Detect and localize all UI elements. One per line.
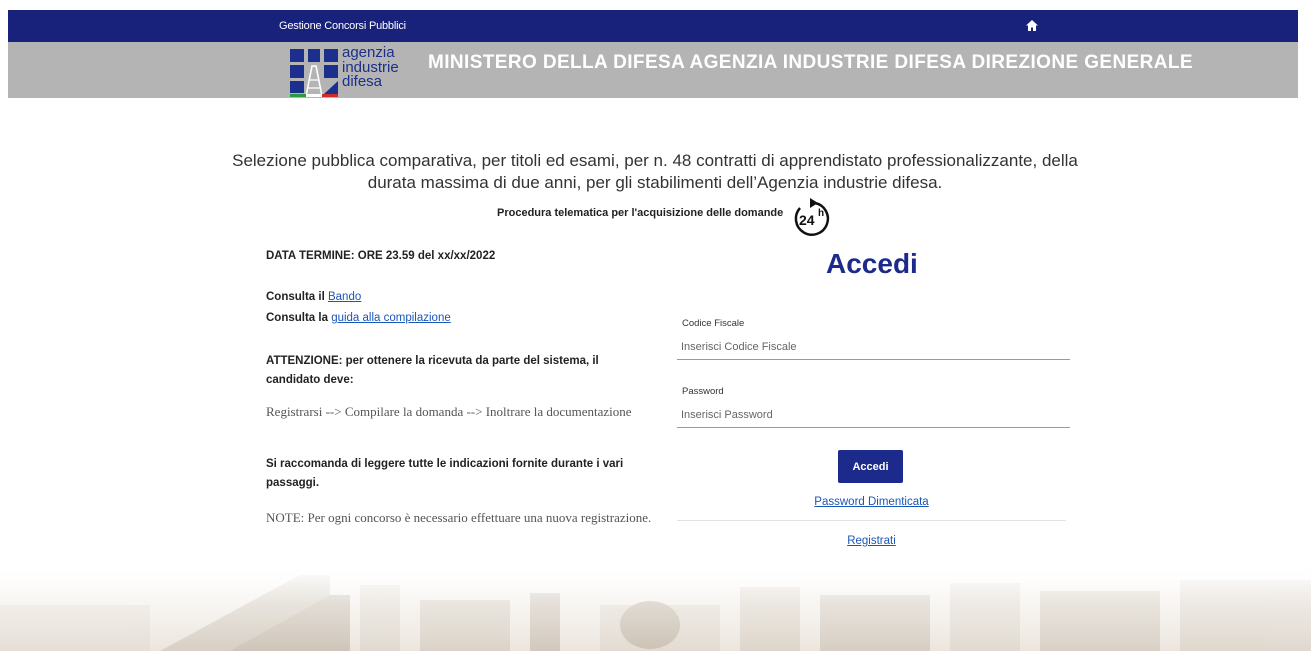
site-header: agenzia industrie difesa MINISTERO DELLA… [8,42,1298,98]
register-link[interactable]: Registrati [677,535,1066,547]
bando-link[interactable]: Bando [328,291,361,303]
login-divider [677,520,1066,521]
clock-24h-icon: 24 h [794,198,830,236]
home-icon[interactable] [1025,19,1039,33]
top-nav-bar: Gestione Concorsi Pubblici [8,10,1298,42]
app-title[interactable]: Gestione Concorsi Pubblici [279,20,406,32]
logo-text-line: difesa [342,73,383,90]
ministry-title: MINISTERO DELLA DIFESA AGENZIA INDUSTRIE… [428,52,1193,73]
consult-prefix: Consulta la [266,312,332,324]
login-button[interactable]: Accedi [838,450,903,483]
steps-text: Registrarsi --> Compilare la domanda -->… [266,404,632,419]
guide-link[interactable]: guida alla compilazione [331,312,451,324]
logo-text: agenzia industrie difesa [342,45,399,90]
password-input[interactable] [677,403,1070,428]
consult-notice-line: Consulta il Bando [266,291,361,303]
description-line: durata massima di due anni, per gli stab… [367,173,943,192]
svg-text:h: h [818,208,824,219]
procedure-label: Procedura telematica per l'acquisizione … [497,207,784,219]
codice-fiscale-input[interactable] [677,335,1070,360]
building-background-image [0,565,1311,651]
login-title: Accedi [826,248,918,279]
svg-text:24: 24 [799,212,815,228]
password-label: Password [682,386,724,397]
consult-prefix: Consulta il [266,291,328,303]
recommend-text: Si raccomanda di leggere tutte le indica… [266,458,624,489]
attention-text: ATTENZIONE: per ottenere la ricevuta da … [266,355,599,386]
agency-logo[interactable]: agenzia industrie difesa [290,45,400,97]
consult-guide-line: Consulta la guida alla compilazione [266,312,451,324]
codice-fiscale-label: Codice Fiscale [682,318,745,329]
logo-mark-icon [290,49,338,97]
deadline-text: DATA TERMINE: ORE 23.59 del xx/xx/2022 [266,250,496,262]
building-illustration [0,565,1311,651]
note-text: NOTE: Per ogni concorso è necessario eff… [266,510,652,525]
forgot-password-link[interactable]: Password Dimenticata [677,496,1066,508]
description-line: Selezione pubblica comparativa, per tito… [232,151,1078,170]
selection-description: Selezione pubblica comparativa, per tito… [200,150,1110,194]
